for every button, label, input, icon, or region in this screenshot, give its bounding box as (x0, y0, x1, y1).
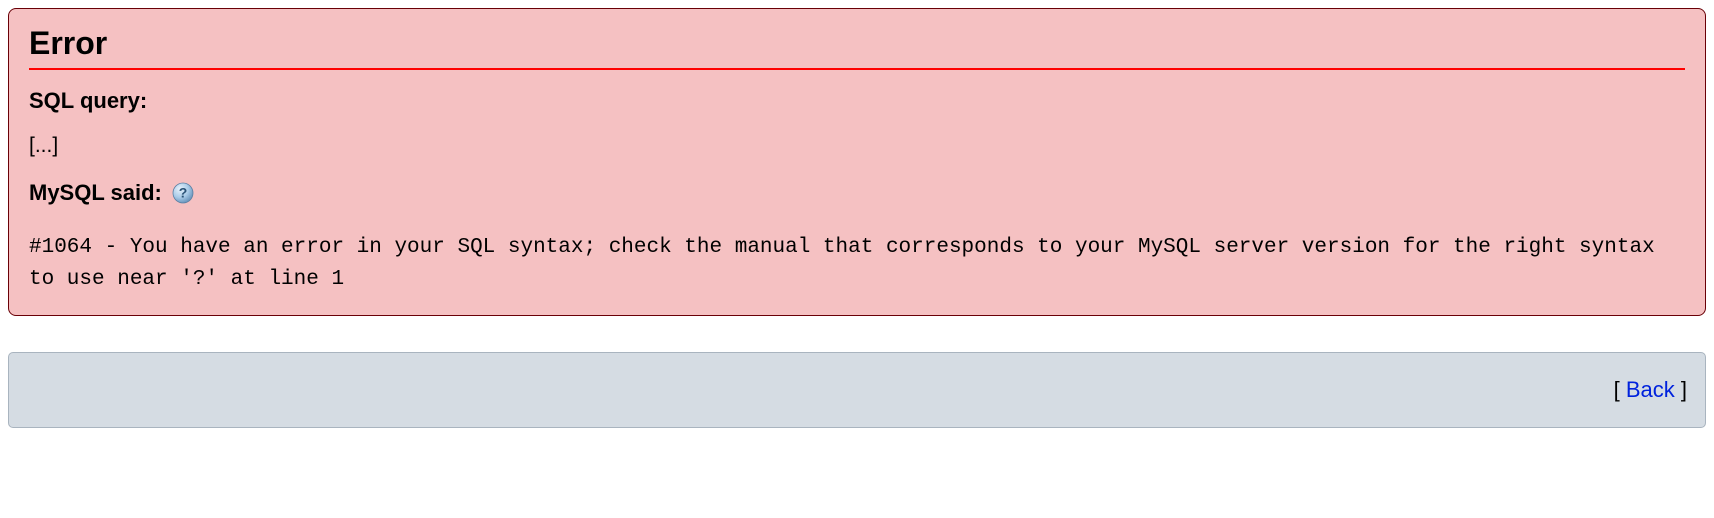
bracket-close: ] (1675, 377, 1687, 402)
mysql-said-row: MySQL said: ? (29, 180, 1685, 206)
error-message: #1064 - You have an error in your SQL sy… (29, 232, 1685, 295)
sql-query-label: SQL query: (29, 88, 1685, 114)
error-title: Error (29, 25, 1685, 70)
help-icon[interactable]: ? (172, 182, 194, 204)
sql-query-content: [...] (29, 134, 1685, 158)
error-panel: Error SQL query: [...] MySQL said: ? #10… (8, 8, 1706, 316)
bracket-open: [ (1614, 377, 1626, 402)
mysql-said-label: MySQL said: (29, 180, 162, 206)
footer-bar: [ Back ] (8, 352, 1706, 428)
back-link[interactable]: Back (1626, 377, 1675, 402)
svg-text:?: ? (179, 185, 188, 201)
